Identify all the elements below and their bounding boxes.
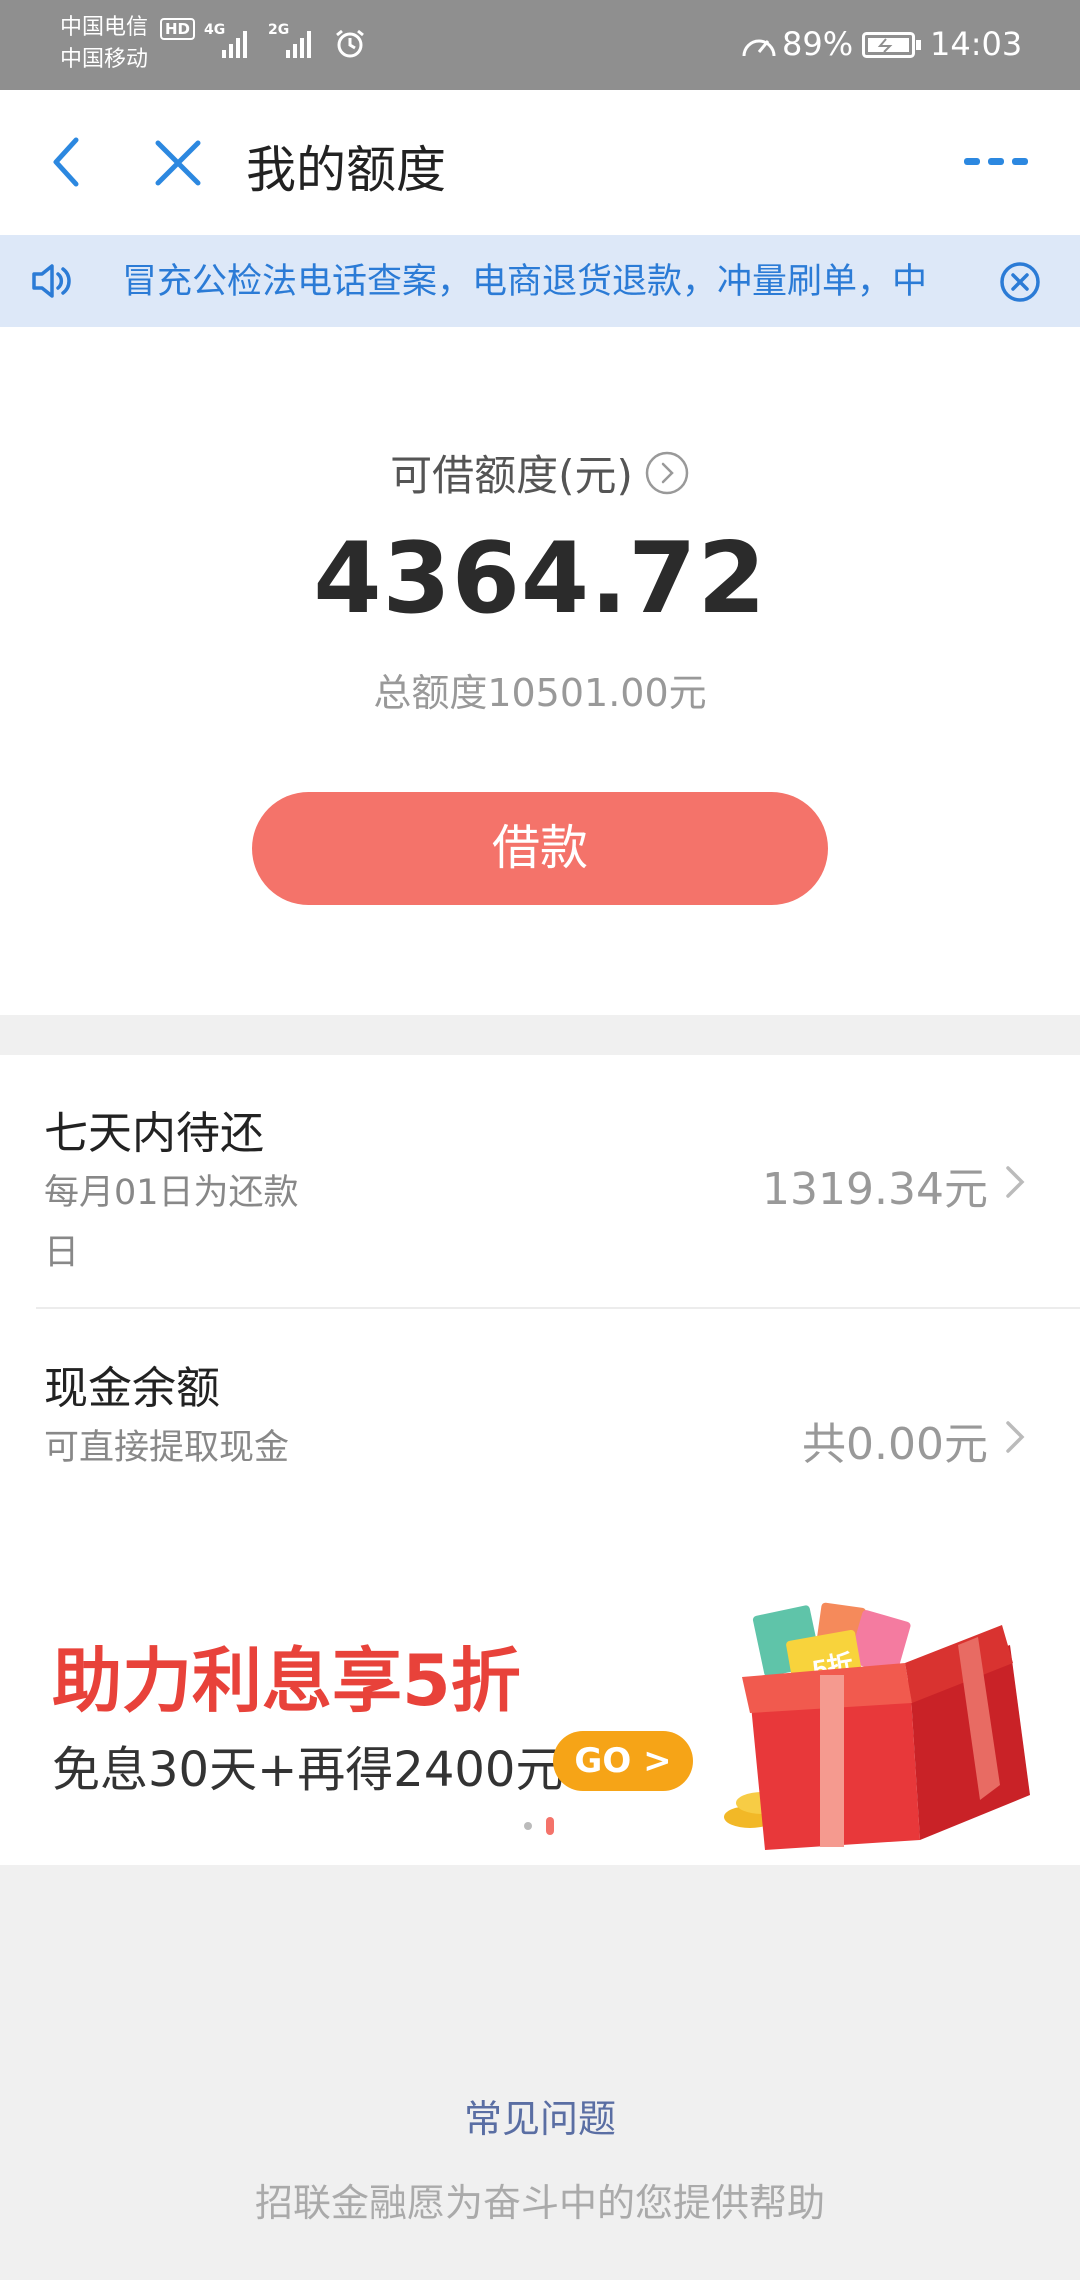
quota-label: 可借额度(元) [390,451,633,500]
item-subtitle: 每月01日为还款日 [44,1173,299,1273]
more-icon[interactable] [962,154,1030,170]
banner-subline: 免息30天+再得2400元 [52,1742,564,1798]
available-amount: 4364.72 [313,522,767,636]
carousel-dot-active [546,1817,554,1835]
carrier-names: 中国电信 中国移动 [60,12,148,76]
gift-box-image: 5折 [724,1602,1030,1850]
footer-slogan: 招联金融愿为奋斗中的您提供帮助 [254,2181,825,2225]
promo-banner[interactable]: 助力利息享5折 免息30天+再得2400元 GO > 5折 [0,1565,1080,1865]
summary-list: 七天内待还 每月01日为还款日 1319.34元 现金余额 可直接提取现金 共0… [0,1055,1080,1565]
faq-link[interactable]: 常见问题 [0,2088,1080,2143]
status-bar: 中国电信 中国移动 HD 4G 2G 89% 14:03 [0,0,1080,90]
list-item-cash-balance[interactable]: 现金余额 可直接提取现金 共0.00元 [0,1310,1080,1565]
alarm-icon [336,29,364,58]
item-value: 共0.00元 [802,1419,988,1470]
carrier-2: 中国移动 [60,47,149,72]
carrier-1: 中国电信 [60,15,149,40]
notice-bar[interactable]: 冒充公检法电话查案，电商退货退款，冲量刷单，中 [0,235,1080,327]
battery-icon [862,32,921,58]
divider [36,1307,1080,1309]
speaker-icon [32,264,71,298]
item-subtitle: 可直接提取现金 [44,1428,290,1468]
item-value: 1319.34元 [762,1164,988,1215]
speedometer-icon [742,39,776,57]
clock: 14:03 [930,25,1023,63]
go-button[interactable]: GO > [553,1731,693,1791]
battery-percent: 89% [782,25,854,63]
banner-headline: 助力利息享5折 [52,1640,521,1722]
carousel-indicator [522,1817,562,1837]
notice-text[interactable]: 冒充公检法电话查案，电商退货退款，冲量刷单，中 [122,257,982,307]
info-chevron-icon[interactable] [644,450,690,496]
back-icon[interactable] [44,132,88,192]
item-title: 现金余额 [44,1363,220,1414]
total-quota: 总额度10501.00元 [373,671,707,715]
item-title: 七天内待还 [44,1108,264,1159]
carousel-dot [524,1822,532,1830]
chevron-right-icon [1006,1421,1025,1453]
page-title: 我的额度 [246,141,446,199]
notice-close-icon[interactable] [998,260,1042,304]
list-item-repayment[interactable]: 七天内待还 每月01日为还款日 1319.34元 [0,1055,1080,1310]
quota-label-row[interactable]: 可借额度(元) [0,442,1080,503]
close-icon[interactable] [150,135,206,191]
chevron-right-icon [1006,1166,1025,1198]
hd-badge: HD [160,18,196,40]
borrow-button[interactable]: 借款 [252,792,828,905]
quota-card: 可借额度(元) 4364.72 总额度10501.00元 借款 [0,327,1080,1015]
navbar: 我的额度 [0,90,1080,235]
